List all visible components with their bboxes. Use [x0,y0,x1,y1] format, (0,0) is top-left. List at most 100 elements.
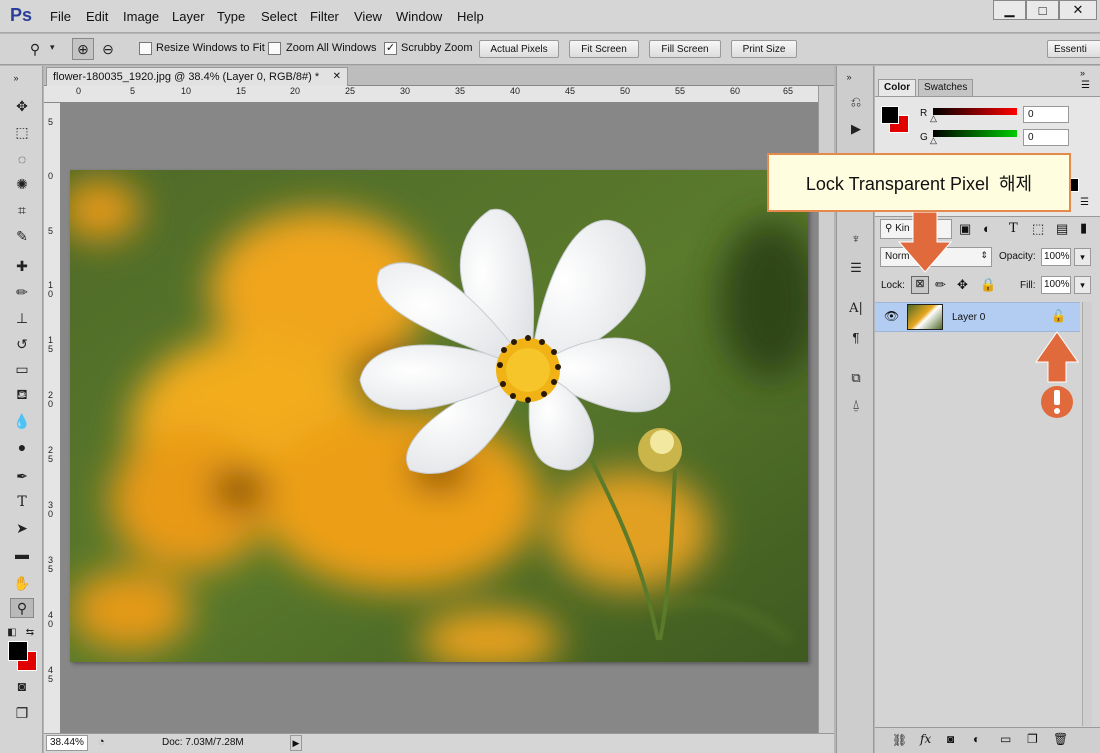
new-layer-icon[interactable]: ❐ [1027,732,1038,746]
tab-swatches[interactable]: Swatches [918,79,974,96]
r-value-field[interactable]: 0 [1023,106,1069,123]
filter-shape-icon[interactable]: ⬚ [1032,221,1044,237]
lock-position-icon[interactable]: ✥ [957,277,968,293]
marquee-tool-icon[interactable]: ⬚ [10,122,34,142]
pen-tool-icon[interactable]: ✒ [10,466,34,486]
opacity-dropdown[interactable]: ▾ [1074,248,1091,266]
workspace-switcher[interactable]: Essenti [1047,40,1100,58]
layers-panel-menu-icon[interactable]: ☰ [1080,197,1089,208]
brush-tool-icon[interactable]: ✏ [10,282,34,302]
zoom-all-windows-checkbox[interactable] [268,42,281,55]
resize-windows-checkbox[interactable] [139,42,152,55]
clone-source-icon[interactable]: ⧉ [846,369,866,387]
g-slider[interactable] [933,130,1017,137]
document-tab[interactable]: flower-180035_1920.jpg @ 38.4% (Layer 0,… [46,67,348,86]
zoom-level-field[interactable]: 38.44% [46,735,88,751]
menu-select[interactable]: Select [261,9,297,24]
zoom-out-icon[interactable]: ⊖ [97,38,119,60]
layer-style-icon[interactable]: fx [920,732,931,746]
eraser-tool-icon[interactable]: ▭ [10,359,34,379]
collapse-icon[interactable]: » [4,68,28,88]
zoom-tool-preset-icon[interactable]: ⚲ [25,39,45,59]
r-slider[interactable] [933,108,1017,115]
sponge-tool-icon[interactable]: ● [10,437,34,457]
panel-menu-icon[interactable]: ☰ [1081,80,1090,91]
blur-tool-icon[interactable]: 💧 [10,411,34,431]
menu-view[interactable]: View [354,9,382,24]
clone-stamp-tool-icon[interactable]: ⊥ [10,308,34,328]
r-slider-handle[interactable]: △ [930,113,937,124]
fill-field[interactable]: 100% [1041,276,1071,294]
filter-adjustment-icon[interactable]: ◐ [983,221,991,236]
g-slider-handle[interactable]: △ [930,135,937,146]
chevron-down-icon[interactable]: ▾ [50,42,55,53]
zoom-tool-icon[interactable]: ⚲ [10,598,34,618]
minimize-button[interactable]: ▁ [993,0,1026,20]
filter-toggle-icon[interactable]: ▮ [1080,220,1087,236]
layer-name[interactable]: Layer 0 [952,312,985,323]
menu-filter[interactable]: Filter [310,9,339,24]
status-menu-arrow[interactable]: ▶ [290,735,302,751]
quick-selection-tool-icon[interactable]: ✺ [10,174,34,194]
menu-layer[interactable]: Layer [172,9,205,24]
menu-edit[interactable]: Edit [86,9,108,24]
history-panel-icon[interactable]: ⎌ [846,93,866,111]
actual-pixels-button[interactable]: Actual Pixels [479,40,559,58]
zoom-in-icon[interactable]: ⊕ [72,38,94,60]
lock-transparent-pixels-button[interactable]: ⊠ [911,276,929,294]
hand-tool-icon[interactable]: ✋ [10,573,34,593]
menu-image[interactable]: Image [123,9,159,24]
screen-mode-icon[interactable]: ❐ [10,703,34,723]
visibility-eye-icon[interactable]: 👁 [884,309,899,323]
link-layers-icon[interactable]: ⛓ [892,733,907,747]
menu-window[interactable]: Window [396,9,442,24]
fit-screen-button[interactable]: Fit Screen [569,40,639,58]
foreground-color-swatch[interactable] [8,641,28,661]
character-styles-icon[interactable]: ⍙ [846,396,866,414]
lock-all-icon[interactable]: 🔒 [980,277,996,293]
maximize-button[interactable]: □ [1026,0,1059,20]
actions-play-icon[interactable]: ▶ [846,120,866,138]
lock-image-pixels-icon[interactable]: ✏ [935,277,946,293]
new-group-icon[interactable]: ▭ [1000,732,1011,746]
menu-help[interactable]: Help [457,9,484,24]
delete-layer-icon[interactable]: 🗑 [1053,732,1068,746]
fill-dropdown[interactable]: ▾ [1074,276,1091,294]
path-selection-tool-icon[interactable]: ➤ [10,518,34,538]
rectangle-tool-icon[interactable]: ▬ [10,544,34,564]
lasso-tool-icon[interactable]: ◌ [10,149,34,169]
filter-pixel-icon[interactable]: ▣ [959,221,971,237]
g-value-field[interactable]: 0 [1023,129,1069,146]
expand-icon[interactable]: » [839,68,859,86]
close-tab-icon[interactable]: ✕ [333,71,341,82]
filter-type-icon[interactable]: T [1009,221,1018,236]
opacity-field[interactable]: 100% [1041,248,1071,266]
collapse-panels-icon[interactable]: » [1080,68,1085,78]
character-panel-icon[interactable]: A| [846,299,866,317]
paint-bucket-tool-icon[interactable]: ⛾ [10,385,34,405]
status-info-icon[interactable]: ◔ [98,736,105,748]
menu-file[interactable]: File [50,9,71,24]
filter-smart-object-icon[interactable]: ▤ [1056,221,1068,237]
adjustment-layer-icon[interactable]: ◐ [973,732,980,746]
tab-color[interactable]: Color [878,79,917,96]
add-mask-icon[interactable]: ◙ [947,732,954,746]
move-tool-icon[interactable]: ✥ [10,96,34,116]
scrubby-zoom-checkbox[interactable]: ✓ [384,42,397,55]
type-tool-icon[interactable]: T [10,492,34,512]
adjustments-icon[interactable]: ☰ [846,259,866,277]
color-fg-swatch[interactable] [881,106,899,124]
crop-tool-icon[interactable]: ⌗ [10,200,34,220]
default-colors-icon[interactable]: ◧ [6,622,18,642]
brush-presets-icon[interactable]: ♆ [846,229,866,247]
healing-brush-tool-icon[interactable]: ✚ [10,256,34,276]
paragraph-panel-icon[interactable]: ¶ [846,328,866,346]
quick-mask-icon[interactable]: ◙ [10,676,34,696]
layers-scrollbar[interactable] [1082,302,1092,726]
menu-type[interactable]: Type [217,9,245,24]
swap-colors-icon[interactable]: ⇆ [24,622,36,642]
print-size-button[interactable]: Print Size [731,40,797,58]
fill-screen-button[interactable]: Fill Screen [649,40,721,58]
history-brush-tool-icon[interactable]: ↺ [10,334,34,354]
eyedropper-tool-icon[interactable]: ✎ [10,226,34,246]
